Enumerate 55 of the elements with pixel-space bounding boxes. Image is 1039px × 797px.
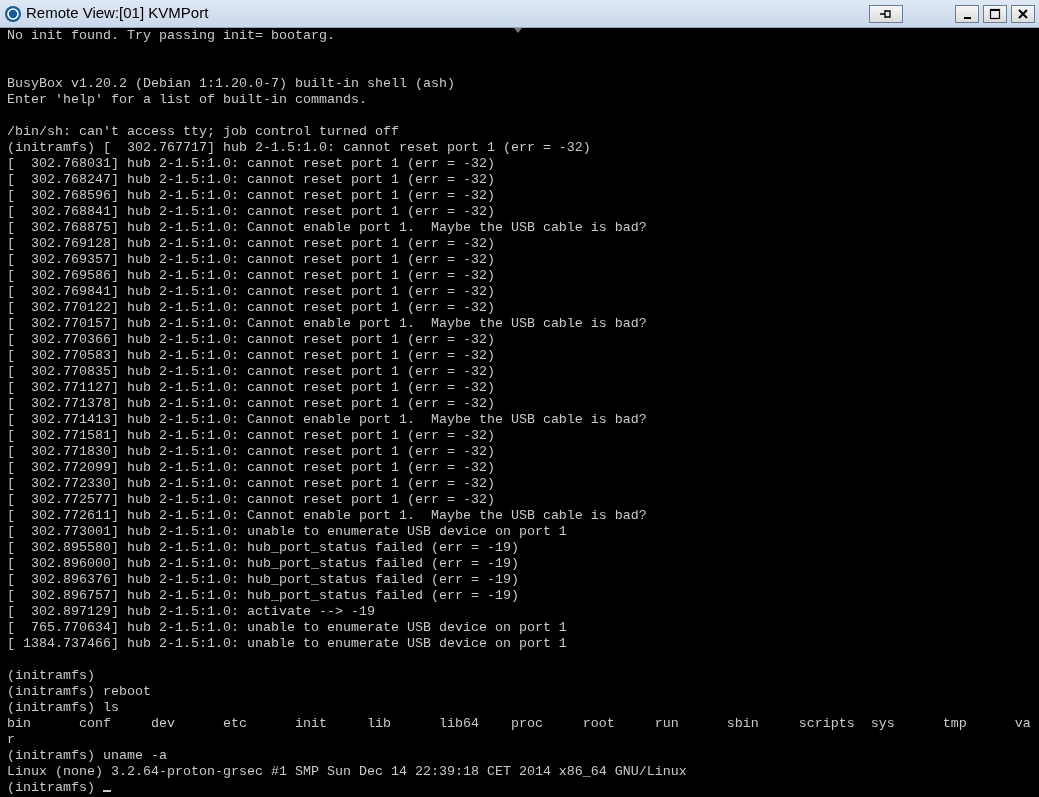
console-line: [ 302.768247] hub 2-1.5:1.0: cannot reset port 1 (err = -32) xyxy=(7,172,495,188)
console-line: [ 302.896000] hub 2-1.5:1.0: hub_port_status failed (err = -19) xyxy=(7,556,519,572)
console-line: [ 302.896757] hub 2-1.5:1.0: hub_port_status failed (err = -19) xyxy=(7,588,519,604)
console-line: [ 302.770122] hub 2-1.5:1.0: cannot reset port 1 (err = -32) xyxy=(7,300,495,316)
console-line: [ 302.769357] hub 2-1.5:1.0: cannot reset port 1 (err = -32) xyxy=(7,252,495,268)
console-line: [ 302.769841] hub 2-1.5:1.0: cannot reset port 1 (err = -32) xyxy=(7,284,495,300)
console-line: [ 302.772099] hub 2-1.5:1.0: cannot reset port 1 (err = -32) xyxy=(7,460,495,476)
console-line: (initramfs) reboot xyxy=(7,684,151,700)
console-line: bin conf dev etc init lib lib64 proc root run sbin scripts sys tmp va xyxy=(7,716,1031,732)
console-line: [ 302.773001] hub 2-1.5:1.0: unable to enumerate USB device on port 1 xyxy=(7,524,567,540)
console-line: r xyxy=(7,732,15,748)
console-line: [ 302.771581] hub 2-1.5:1.0: cannot reset port 1 (err = -32) xyxy=(7,428,495,444)
console-line: [ 302.768841] hub 2-1.5:1.0: cannot reset port 1 (err = -32) xyxy=(7,204,495,220)
console-line: (initramfs) [ 302.767717] hub 2-1.5:1.0: cannot reset port 1 (err = -32) xyxy=(7,140,591,156)
console-line: /bin/sh: can't access tty; job control turned off xyxy=(7,124,399,140)
console-line: [ 1384.737466] hub 2-1.5:1.0: unable to enumerate USB device on port 1 xyxy=(7,636,567,652)
console-line: Enter 'help' for a list of built-in commands. xyxy=(7,92,367,108)
console-line: [ 302.768031] hub 2-1.5:1.0: cannot reset port 1 (err = -32) xyxy=(7,156,495,172)
minimize-icon xyxy=(963,16,971,19)
console-line: [ 302.770157] hub 2-1.5:1.0: Cannot enable port 1. Maybe the USB cable is bad? xyxy=(7,316,647,332)
console-prompt: (initramfs) xyxy=(7,780,96,796)
console-line: [ 302.771413] hub 2-1.5:1.0: Cannot enable port 1. Maybe the USB cable is bad? xyxy=(7,412,647,428)
maximize-button[interactable] xyxy=(983,4,1007,23)
close-button[interactable] xyxy=(1011,4,1035,23)
console-line: [ 302.769586] hub 2-1.5:1.0: cannot reset port 1 (err = -32) xyxy=(7,268,495,284)
app-logo-icon xyxy=(4,4,22,23)
console-line: [ 302.772330] hub 2-1.5:1.0: cannot reset port 1 (err = -32) xyxy=(7,476,495,492)
console-line: [ 765.770634] hub 2-1.5:1.0: unable to enumerate USB device on port 1 xyxy=(7,620,567,636)
console-line: [ 302.768875] hub 2-1.5:1.0: Cannot enable port 1. Maybe the USB cable is bad? xyxy=(7,220,647,236)
console-line: (initramfs) ls xyxy=(7,700,119,716)
console-line: [ 302.772611] hub 2-1.5:1.0: Cannot enable port 1. Maybe the USB cable is bad? xyxy=(7,508,647,524)
console-line: [ 302.896376] hub 2-1.5:1.0: hub_port_status failed (err = -19) xyxy=(7,572,519,588)
console-line: [ 302.895580] hub 2-1.5:1.0: hub_port_status failed (err = -19) xyxy=(7,540,519,556)
console-line: [ 302.897129] hub 2-1.5:1.0: activate --> -19 xyxy=(7,604,375,620)
console-line: (initramfs) uname -a xyxy=(7,748,167,764)
console-line: [ 302.770835] hub 2-1.5:1.0: cannot reset port 1 (err = -32) xyxy=(7,364,495,380)
maximize-icon xyxy=(989,7,1001,20)
minimize-button[interactable] xyxy=(955,4,979,23)
pin-icon xyxy=(879,8,893,19)
console-line: BusyBox v1.20.2 (Debian 1:1.20.0-7) built-in shell (ash) xyxy=(7,76,455,92)
close-icon xyxy=(1017,7,1029,20)
console-line: [ 302.770366] hub 2-1.5:1.0: cannot reset port 1 (err = -32) xyxy=(7,332,495,348)
console-line: [ 302.771378] hub 2-1.5:1.0: cannot reset port 1 (err = -32) xyxy=(7,396,495,412)
console-line: [ 302.771127] hub 2-1.5:1.0: cannot reset port 1 (err = -32) xyxy=(7,380,495,396)
console-line: [ 302.770583] hub 2-1.5:1.0: cannot reset port 1 (err = -32) xyxy=(7,348,495,364)
window-title: Remote View:[01] KVMPort xyxy=(26,3,209,24)
text-cursor xyxy=(103,790,111,792)
console-line: [ 302.771830] hub 2-1.5:1.0: cannot reset port 1 (err = -32) xyxy=(7,444,495,460)
console-line: [ 302.772577] hub 2-1.5:1.0: cannot reset port 1 (err = -32) xyxy=(7,492,495,508)
console-line: [ 302.769128] hub 2-1.5:1.0: cannot reset port 1 (err = -32) xyxy=(7,236,495,252)
console-line: No init found. Try passing init= bootarg. xyxy=(7,28,335,44)
pin-button[interactable] xyxy=(869,4,903,23)
console-line: Linux (none) 3.2.64-proton-grsec #1 SMP Sun Dec 14 22:39:18 CET 2014 x86_64 GNU/Linux xyxy=(7,764,687,780)
console-line: [ 302.768596] hub 2-1.5:1.0: cannot reset port 1 (err = -32) xyxy=(7,188,495,204)
console-line: (initramfs) xyxy=(7,668,95,684)
